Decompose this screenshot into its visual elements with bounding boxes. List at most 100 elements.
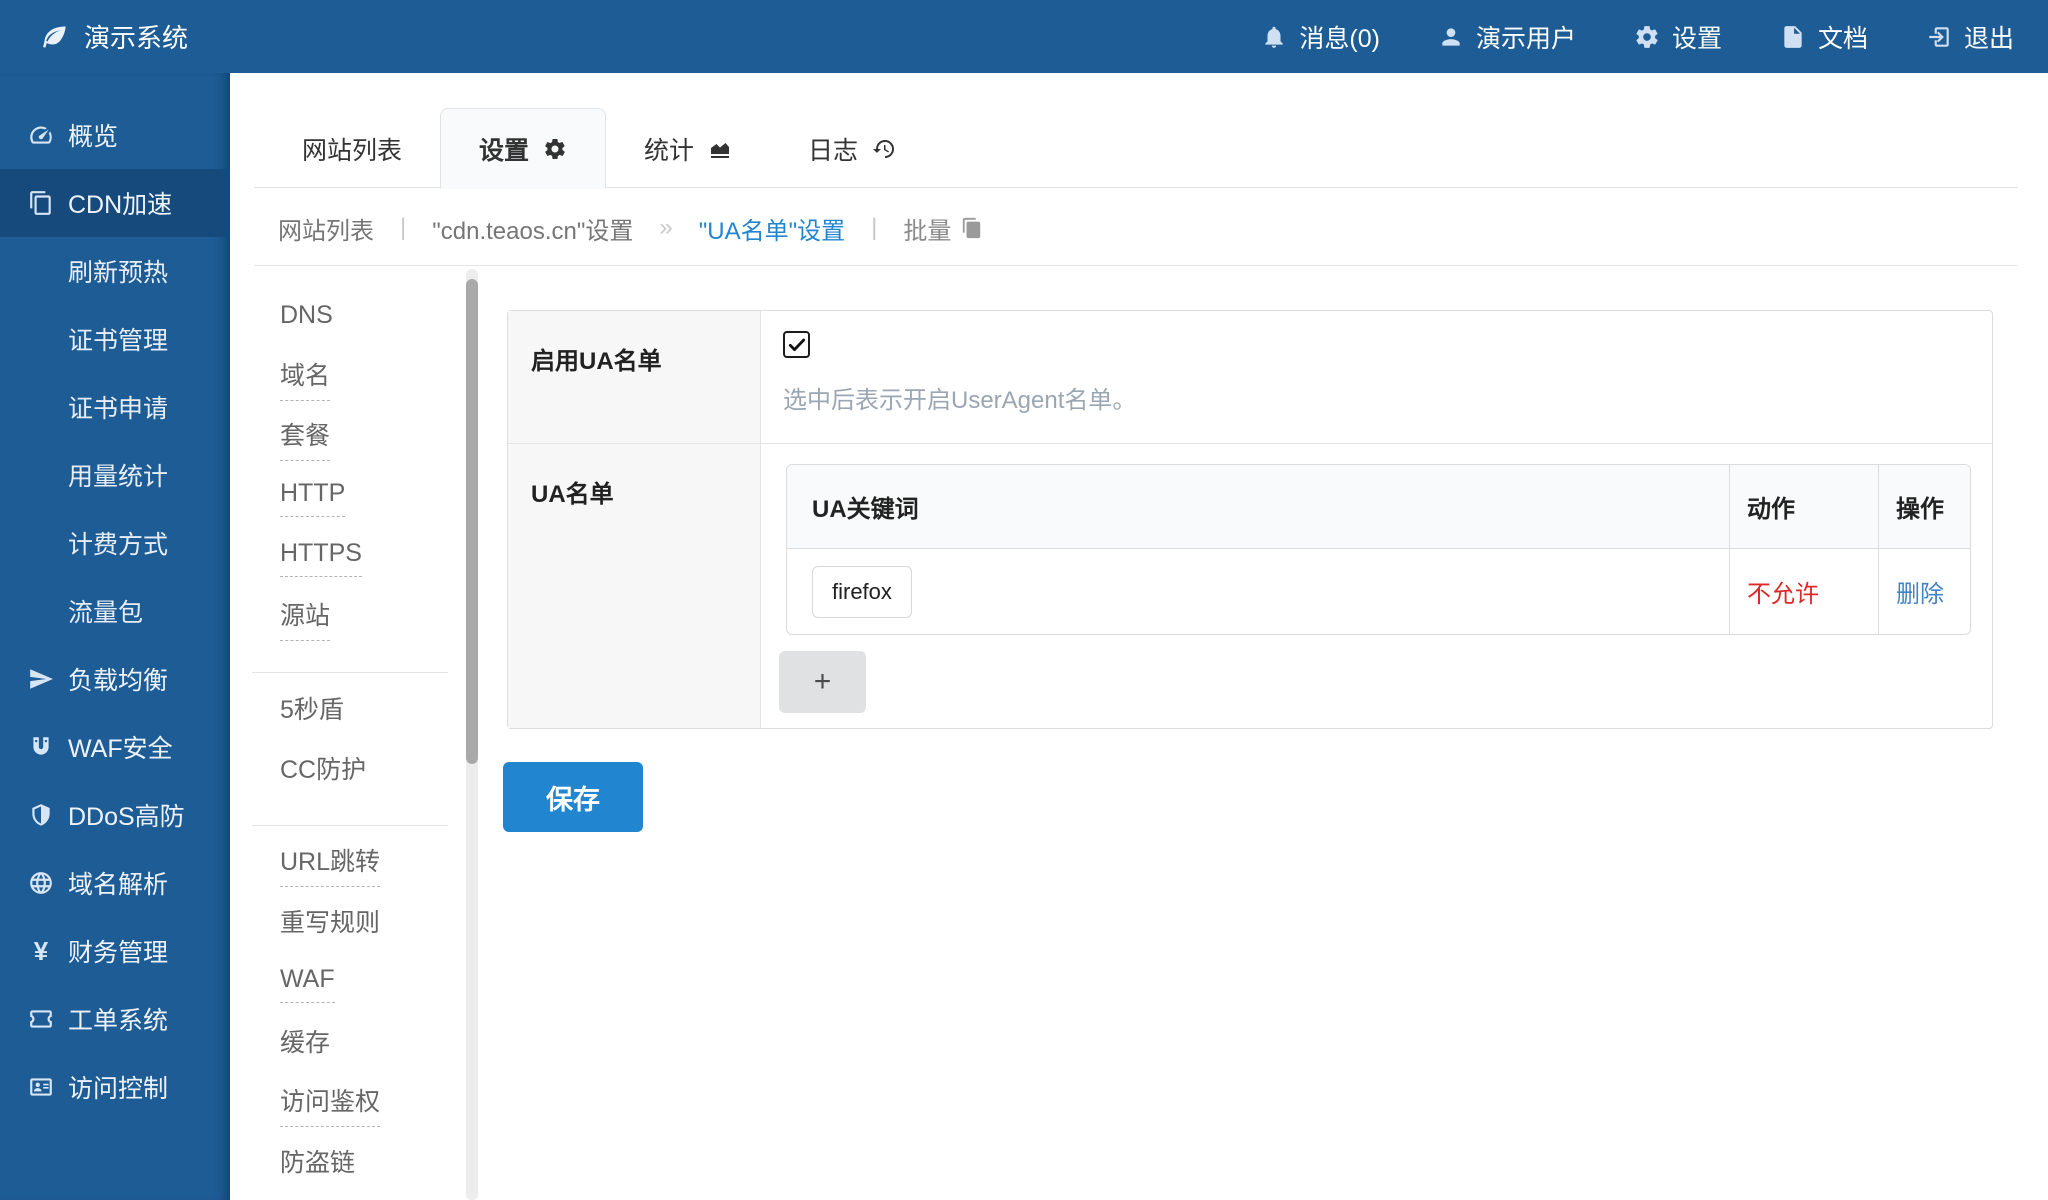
breadcrumb-batch[interactable]: 批量 (903, 211, 983, 246)
sidebar-item-label: 用量统计 (68, 457, 168, 493)
user-icon (1438, 24, 1464, 50)
submenu-item-https[interactable]: HTTPS (252, 528, 448, 588)
nav-docs[interactable]: 文档 (1780, 19, 1868, 55)
sidebar-item-tickets[interactable]: 工单系统 (0, 985, 230, 1053)
globe-icon (28, 870, 54, 896)
breadcrumb-separator: » (659, 214, 672, 242)
breadcrumb-separator: | (400, 214, 406, 242)
sidebar-item-ddos[interactable]: DDoS高防 (0, 781, 230, 849)
delete-link[interactable]: 删除 (1896, 574, 1944, 609)
tab-settings[interactable]: 设置 (440, 108, 606, 189)
enable-ua-description: 选中后表示开启UserAgent名单。 (783, 380, 1968, 415)
sidebar-item-cert-manage[interactable]: 证书管理 (0, 305, 230, 373)
sidebar-item-cdn[interactable]: CDN加速 (0, 169, 230, 237)
breadcrumb-site-list[interactable]: 网站列表 (278, 211, 374, 246)
sidebar-item-billing[interactable]: 计费方式 (0, 509, 230, 577)
submenu-item-rewrite[interactable]: 重写规则 (252, 894, 448, 954)
sidebar-item-cert-apply[interactable]: 证书申请 (0, 373, 230, 441)
sidebar-item-label: 流量包 (68, 593, 143, 629)
sidebar-item-label: 负载均衡 (68, 661, 168, 697)
nav-messages[interactable]: 消息(0) (1261, 19, 1380, 55)
submenu-label: DNS (280, 301, 333, 336)
tab-label: 网站列表 (302, 131, 402, 167)
brand: 演示系统 (40, 18, 188, 55)
submenu-label: 套餐 (280, 416, 330, 461)
sidebar-item-label: 域名解析 (68, 865, 168, 901)
sidebar-item-label: WAF安全 (68, 729, 173, 765)
submenu-divider (252, 825, 448, 826)
bell-icon (1261, 24, 1287, 50)
breadcrumb-divider (254, 265, 2018, 266)
nav-settings[interactable]: 设置 (1634, 19, 1722, 55)
submenu-item-5s-shield[interactable]: 5秒盾 (252, 681, 448, 741)
cell-operation: 删除 (1878, 549, 1970, 634)
sidebar-item-traffic-package[interactable]: 流量包 (0, 577, 230, 645)
submenu-label: 域名 (280, 356, 330, 401)
nav-user[interactable]: 演示用户 (1438, 19, 1576, 55)
ua-list-label: UA名单 (508, 444, 761, 728)
save-button[interactable]: 保存 (503, 762, 643, 832)
main-sidebar: 概览 CDN加速 刷新预热 证书管理 证书申请 用量统计 计费方式 流量包 负载… (0, 73, 230, 1200)
sidebar-item-label: 证书管理 (68, 321, 168, 357)
tab-site-list[interactable]: 网站列表 (264, 108, 440, 189)
nav-logout[interactable]: 退出 (1926, 19, 2014, 55)
ua-table-header: UA关键词 动作 操作 (787, 465, 1970, 549)
submenu-scrollbar-track[interactable] (466, 269, 478, 1200)
address-card-icon (28, 1074, 54, 1100)
action-value: 不允许 (1747, 574, 1819, 609)
header-action: 动作 (1729, 465, 1878, 548)
tab-stats[interactable]: 统计 (606, 108, 770, 189)
breadcrumb-site-settings[interactable]: "cdn.teaos.cn"设置 (432, 211, 633, 246)
submenu-item-origin[interactable]: 源站 (252, 588, 448, 648)
nav-user-label: 演示用户 (1476, 19, 1576, 55)
sidebar-item-label: 概览 (68, 117, 118, 153)
submenu-label: HTTPS (280, 539, 362, 577)
shield-icon (28, 802, 54, 828)
sidebar-item-usage-stats[interactable]: 用量统计 (0, 441, 230, 509)
sidebar-item-access-control[interactable]: 访问控制 (0, 1053, 230, 1121)
ua-table-row: firefox 不允许 删除 (787, 549, 1970, 634)
submenu-scrollbar-thumb[interactable] (466, 279, 478, 764)
add-keyword-button[interactable]: + (779, 651, 866, 713)
submenu-item-hotlink[interactable]: 防盗链 (252, 1134, 448, 1194)
submenu-item-cache[interactable]: 缓存 (252, 1014, 448, 1074)
batch-label: 批量 (903, 211, 951, 246)
ua-keyword-tag[interactable]: firefox (812, 566, 912, 618)
breadcrumb: 网站列表 | "cdn.teaos.cn"设置 » "UA名单"设置 | 批量 (278, 198, 983, 258)
enable-ua-checkbox[interactable] (783, 331, 810, 358)
tab-label: 设置 (479, 131, 529, 167)
submenu-item-auth[interactable]: 访问鉴权 (252, 1074, 448, 1134)
submenu-item-cc-protect[interactable]: CC防护 (252, 741, 448, 801)
submenu-label: CC防护 (280, 750, 366, 792)
sidebar-item-finance[interactable]: ¥ 财务管理 (0, 917, 230, 985)
sidebar-item-waf[interactable]: WAF安全 (0, 713, 230, 781)
header-operation: 操作 (1878, 465, 1970, 548)
enable-ua-label: 启用UA名单 (508, 311, 761, 443)
sidebar-item-label: 刷新预热 (68, 253, 168, 289)
breadcrumb-current[interactable]: "UA名单"设置 (699, 211, 845, 246)
gear-icon (543, 137, 567, 161)
submenu-item-plan[interactable]: 套餐 (252, 408, 448, 468)
sidebar-item-load-balance[interactable]: 负载均衡 (0, 645, 230, 713)
sidebar-item-dns-resolve[interactable]: 域名解析 (0, 849, 230, 917)
submenu-label: 访问鉴权 (280, 1082, 380, 1127)
sidebar-item-label: CDN加速 (68, 185, 172, 221)
sidebar-item-label: 访问控制 (68, 1069, 168, 1105)
ua-list-form: 启用UA名单 选中后表示开启UserAgent名单。 UA名单 UA关键词 动作… (507, 310, 1993, 729)
submenu-item-dns[interactable]: DNS (252, 288, 448, 348)
submenu-item-http[interactable]: HTTP (252, 468, 448, 528)
sidebar-item-overview[interactable]: 概览 (0, 101, 230, 169)
sidebar-item-refresh[interactable]: 刷新预热 (0, 237, 230, 305)
tab-logs[interactable]: 日志 (770, 108, 934, 189)
sidebar-item-label: 工单系统 (68, 1001, 168, 1037)
submenu-item-url-redirect[interactable]: URL跳转 (252, 834, 448, 894)
cell-action: 不允许 (1729, 549, 1878, 634)
submenu-label: 重写规则 (280, 903, 380, 945)
magnet-icon (28, 734, 54, 760)
file-icon (1780, 24, 1806, 50)
submenu-item-domain[interactable]: 域名 (252, 348, 448, 408)
submenu-label: 缓存 (280, 1023, 330, 1065)
submenu-item-waf[interactable]: WAF (252, 954, 448, 1014)
enable-ua-value: 选中后表示开启UserAgent名单。 (761, 311, 1992, 443)
ticket-icon (28, 1006, 54, 1032)
